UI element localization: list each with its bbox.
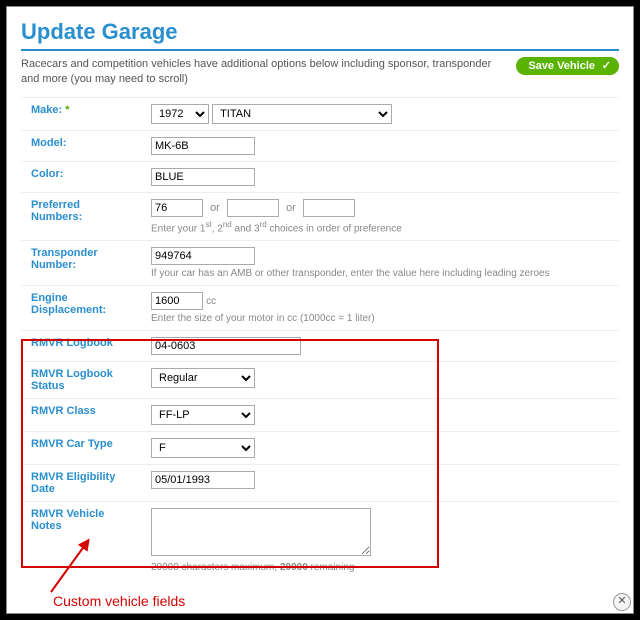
rmvr-logbook-input[interactable] xyxy=(151,337,301,355)
dialog-frame: Update Garage Racecars and competition v… xyxy=(6,6,634,614)
row-pref-numbers: Preferred Numbers: or or Enter your 1st,… xyxy=(21,192,619,240)
close-button[interactable]: ✕ xyxy=(613,593,631,611)
rmvr-class-select[interactable]: FF-LP xyxy=(151,405,255,425)
pref-number-1[interactable] xyxy=(151,199,203,217)
required-icon: * xyxy=(65,104,69,116)
pref-number-3[interactable] xyxy=(303,199,355,217)
row-color: Color: xyxy=(21,161,619,192)
label-rmvr-class: RMVR Class xyxy=(21,399,141,432)
row-rmvr-notes: RMVR Vehicle Notes 20000 characters maxi… xyxy=(21,502,619,580)
row-rmvr-car-type: RMVR Car Type F xyxy=(21,432,619,465)
label-pref-numbers: Preferred Numbers: xyxy=(21,192,141,240)
make-year-select[interactable]: 1972 xyxy=(151,104,209,124)
page-title: Update Garage xyxy=(21,19,619,51)
label-rmvr-elig-date: RMVR Eligibility Date xyxy=(21,465,141,502)
row-engine: Engine Displacement: cc Enter the size o… xyxy=(21,286,619,331)
rmvr-notes-textarea[interactable] xyxy=(151,508,371,556)
pref-number-2[interactable] xyxy=(227,199,279,217)
rmvr-elig-date-input[interactable] xyxy=(151,471,255,489)
rmvr-car-type-select[interactable]: F xyxy=(151,438,255,458)
label-rmvr-car-type: RMVR Car Type xyxy=(21,432,141,465)
save-vehicle-button[interactable]: Save Vehicle xyxy=(516,57,619,75)
engine-cc-input[interactable] xyxy=(151,292,203,310)
intro-row: Racecars and competition vehicles have a… xyxy=(21,57,619,87)
row-make: Make: * 1972 TITAN xyxy=(21,97,619,130)
row-rmvr-logbook-status: RMVR Logbook Status Regular xyxy=(21,362,619,399)
label-rmvr-logbook: RMVR Logbook xyxy=(21,331,141,362)
row-transponder: Transponder Number: If your car has an A… xyxy=(21,241,619,286)
label-rmvr-logbook-status: RMVR Logbook Status xyxy=(21,362,141,399)
notes-hint: 20000 characters maximum, 20000 remainin… xyxy=(151,562,611,573)
color-input[interactable] xyxy=(151,168,255,186)
label-transponder: Transponder Number: xyxy=(21,241,141,286)
transponder-input[interactable] xyxy=(151,247,255,265)
annotation-label: Custom vehicle fields xyxy=(53,593,185,609)
model-input[interactable] xyxy=(151,137,255,155)
transponder-hint: If your car has an AMB or other transpon… xyxy=(151,268,611,279)
pref-hint: Enter your 1st, 2nd and 3rd choices in o… xyxy=(151,220,611,234)
label-rmvr-notes: RMVR Vehicle Notes xyxy=(21,502,141,580)
engine-hint: Enter the size of your motor in cc (1000… xyxy=(151,313,611,324)
vehicle-form: Make: * 1972 TITAN Model: Color: Preferr… xyxy=(21,97,619,579)
intro-text: Racecars and competition vehicles have a… xyxy=(21,57,504,87)
row-rmvr-logbook: RMVR Logbook xyxy=(21,331,619,362)
label-model: Model: xyxy=(21,130,141,161)
label-make: Make: * xyxy=(21,97,141,130)
row-rmvr-elig-date: RMVR Eligibility Date xyxy=(21,465,619,502)
label-engine: Engine Displacement: xyxy=(21,286,141,331)
label-color: Color: xyxy=(21,161,141,192)
row-rmvr-class: RMVR Class FF-LP xyxy=(21,399,619,432)
make-name-select[interactable]: TITAN xyxy=(212,104,392,124)
row-model: Model: xyxy=(21,130,619,161)
rmvr-logbook-status-select[interactable]: Regular xyxy=(151,368,255,388)
